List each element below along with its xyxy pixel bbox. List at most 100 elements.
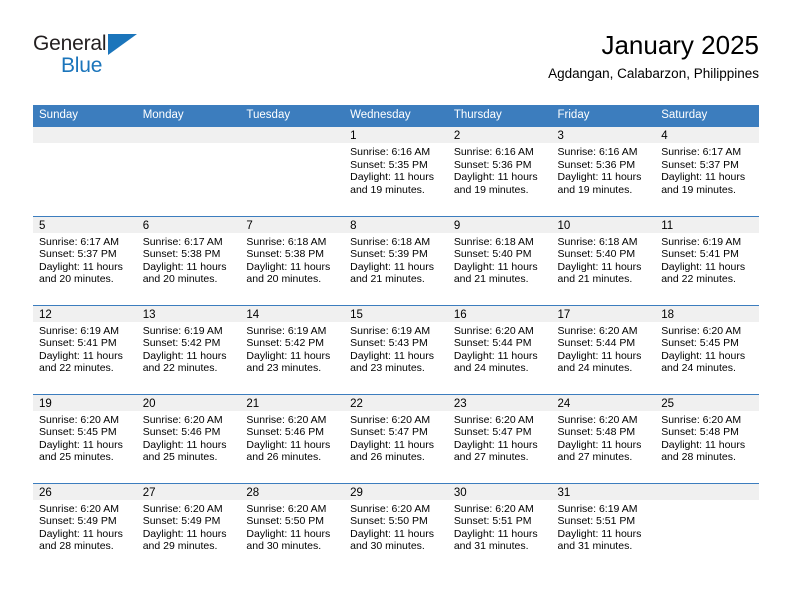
day-details: Sunrise: 6:19 AM Sunset: 5:42 PM Dayligh… — [240, 322, 344, 375]
day-cell: 9 Sunrise: 6:18 AM Sunset: 5:40 PM Dayli… — [447, 215, 552, 305]
sunset-text: Sunset: 5:44 PM — [453, 337, 532, 350]
daylight-text-line2: and 25 minutes. — [39, 451, 114, 464]
daylight-text-line1: Daylight: 11 hours — [557, 171, 642, 184]
weekday-header-wednesday: Wednesday — [344, 105, 448, 127]
general-blue-logo: General Blue — [33, 32, 233, 88]
sunrise-text: Sunrise: 6:20 AM — [453, 413, 534, 426]
sunset-text: Sunset: 5:35 PM — [350, 158, 428, 171]
day-number: 7 — [240, 216, 345, 233]
day-number — [655, 483, 759, 500]
day-details: Sunrise: 6:19 AM Sunset: 5:43 PM Dayligh… — [344, 322, 448, 375]
day-number: 10 — [551, 216, 656, 233]
daylight-text-line1: Daylight: 11 hours — [39, 527, 123, 540]
daylight-text-line1: Daylight: 11 hours — [142, 527, 227, 540]
sunrise-text: Sunrise: 6:20 AM — [557, 413, 638, 426]
sunrise-text: Sunrise: 6:19 AM — [661, 235, 742, 248]
weekday-header-thursday: Thursday — [447, 105, 552, 127]
day-number: 3 — [551, 127, 656, 143]
daylight-text-line1: Daylight: 11 hours — [453, 527, 538, 540]
day-cell — [240, 127, 345, 216]
daylight-text-line2: and 21 minutes. — [350, 273, 425, 286]
sunset-text: Sunset: 5:39 PM — [350, 248, 428, 261]
sunrise-text: Sunrise: 6:16 AM — [350, 146, 431, 158]
page-title: January 2025 — [601, 30, 759, 60]
sunset-text: Sunset: 5:47 PM — [453, 426, 532, 439]
daylight-text-line2: and 23 minutes. — [350, 362, 425, 375]
day-number: 23 — [447, 394, 552, 411]
daylight-text-line1: Daylight: 11 hours — [142, 260, 227, 273]
daylight-text-line2: and 24 minutes. — [453, 362, 529, 375]
daylight-text-line1: Daylight: 11 hours — [246, 438, 331, 451]
sunset-text: Sunset: 5:37 PM — [39, 248, 117, 261]
daylight-text-line1: Daylight: 11 hours — [350, 171, 434, 184]
day-cell: 1 Sunrise: 6:16 AM Sunset: 5:35 PM Dayli… — [344, 127, 448, 216]
calendar-page: General Blue January 2025 Agdangan, Cala… — [0, 0, 792, 612]
day-cell: 24 Sunrise: 6:20 AM Sunset: 5:48 PM Dayl… — [551, 393, 656, 483]
day-cell: 16 Sunrise: 6:20 AM Sunset: 5:44 PM Dayl… — [447, 304, 552, 394]
day-details: Sunrise: 6:20 AM Sunset: 5:50 PM Dayligh… — [240, 500, 344, 553]
day-cell — [33, 127, 137, 216]
sunset-text: Sunset: 5:50 PM — [350, 515, 428, 528]
day-number: 17 — [551, 305, 656, 322]
day-details: Sunrise: 6:20 AM Sunset: 5:48 PM Dayligh… — [655, 411, 759, 464]
day-cell: 2 Sunrise: 6:16 AM Sunset: 5:36 PM Dayli… — [447, 127, 552, 216]
day-details: Sunrise: 6:18 AM Sunset: 5:40 PM Dayligh… — [552, 233, 656, 286]
day-number: 22 — [344, 394, 448, 411]
day-number: 21 — [240, 394, 345, 411]
daylight-text-line1: Daylight: 11 hours — [350, 349, 434, 362]
daylight-text-line1: Daylight: 11 hours — [453, 438, 538, 451]
day-details: Sunrise: 6:16 AM Sunset: 5:35 PM Dayligh… — [344, 143, 448, 196]
daylight-text-line2: and 19 minutes. — [557, 183, 633, 196]
sunset-text: Sunset: 5:36 PM — [557, 158, 636, 171]
page-header: General Blue January 2025 Agdangan, Cala… — [33, 28, 759, 100]
sunrise-text: Sunrise: 6:20 AM — [453, 324, 534, 337]
day-number: 31 — [551, 483, 656, 500]
calendar-week-row: 1 Sunrise: 6:16 AM Sunset: 5:35 PM Dayli… — [33, 127, 759, 216]
daylight-text-line2: and 22 minutes. — [39, 362, 114, 375]
daylight-text-line1: Daylight: 11 hours — [350, 527, 434, 540]
sunset-text: Sunset: 5:38 PM — [142, 248, 221, 261]
sunset-text: Sunset: 5:45 PM — [39, 426, 117, 439]
day-number: 19 — [33, 394, 137, 411]
day-cell: 26 Sunrise: 6:20 AM Sunset: 5:49 PM Dayl… — [33, 482, 137, 572]
sunset-text: Sunset: 5:48 PM — [557, 426, 636, 439]
sunrise-text: Sunrise: 6:20 AM — [39, 502, 119, 515]
day-number: 11 — [655, 216, 759, 233]
daylight-text-line2: and 27 minutes. — [453, 451, 529, 464]
sunset-text: Sunset: 5:40 PM — [453, 248, 532, 261]
daylight-text-line2: and 30 minutes. — [246, 540, 322, 553]
day-cell: 15 Sunrise: 6:19 AM Sunset: 5:43 PM Dayl… — [344, 304, 448, 394]
daylight-text-line2: and 19 minutes. — [661, 183, 736, 196]
sunset-text: Sunset: 5:47 PM — [350, 426, 428, 439]
day-details: Sunrise: 6:20 AM Sunset: 5:44 PM Dayligh… — [448, 322, 552, 375]
day-details: Sunrise: 6:16 AM Sunset: 5:36 PM Dayligh… — [552, 143, 656, 196]
day-details: Sunrise: 6:20 AM Sunset: 5:51 PM Dayligh… — [448, 500, 552, 553]
daylight-text-line2: and 28 minutes. — [39, 540, 114, 553]
day-number — [136, 127, 241, 143]
sunrise-text: Sunrise: 6:18 AM — [453, 235, 534, 248]
day-cell: 27 Sunrise: 6:20 AM Sunset: 5:49 PM Dayl… — [136, 482, 241, 572]
day-cell: 5 Sunrise: 6:17 AM Sunset: 5:37 PM Dayli… — [33, 215, 137, 305]
day-cell: 20 Sunrise: 6:20 AM Sunset: 5:46 PM Dayl… — [136, 393, 241, 483]
day-details: Sunrise: 6:17 AM Sunset: 5:38 PM Dayligh… — [137, 233, 241, 286]
daylight-text-line1: Daylight: 11 hours — [246, 260, 331, 273]
daylight-text-line2: and 26 minutes. — [246, 451, 322, 464]
day-details: Sunrise: 6:20 AM Sunset: 5:47 PM Dayligh… — [344, 411, 448, 464]
day-details: Sunrise: 6:16 AM Sunset: 5:36 PM Dayligh… — [448, 143, 552, 196]
day-cell: 18 Sunrise: 6:20 AM Sunset: 5:45 PM Dayl… — [655, 304, 759, 394]
daylight-text-line2: and 28 minutes. — [661, 451, 736, 464]
day-details: Sunrise: 6:19 AM Sunset: 5:42 PM Dayligh… — [137, 322, 241, 375]
sunrise-text: Sunrise: 6:18 AM — [246, 235, 327, 248]
sunset-text: Sunset: 5:40 PM — [557, 248, 636, 261]
daylight-text-line1: Daylight: 11 hours — [246, 349, 331, 362]
sunrise-text: Sunrise: 6:20 AM — [246, 502, 327, 515]
sunrise-text: Sunrise: 6:18 AM — [350, 235, 431, 248]
daylight-text-line2: and 22 minutes. — [661, 273, 736, 286]
day-cell: 13 Sunrise: 6:19 AM Sunset: 5:42 PM Dayl… — [136, 304, 241, 394]
sunrise-text: Sunrise: 6:17 AM — [661, 146, 742, 158]
sunset-text: Sunset: 5:46 PM — [142, 426, 221, 439]
day-number: 9 — [447, 216, 552, 233]
sunrise-text: Sunrise: 6:20 AM — [142, 502, 223, 515]
day-cell: 19 Sunrise: 6:20 AM Sunset: 5:45 PM Dayl… — [33, 393, 137, 483]
daylight-text-line1: Daylight: 11 hours — [661, 171, 746, 184]
